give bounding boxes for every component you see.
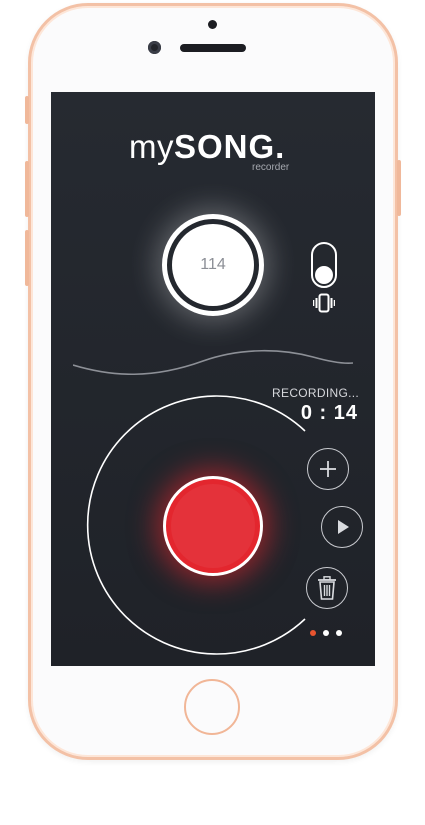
page-dot-1[interactable] bbox=[310, 630, 316, 636]
add-button[interactable] bbox=[307, 448, 349, 490]
record-button[interactable] bbox=[163, 476, 263, 576]
trash-icon bbox=[318, 576, 336, 600]
volume-up-button bbox=[25, 161, 29, 217]
volume-down-button bbox=[25, 230, 29, 286]
front-sensor bbox=[208, 20, 217, 29]
power-button bbox=[397, 160, 401, 216]
home-button[interactable] bbox=[184, 679, 240, 735]
page-dot-3[interactable] bbox=[336, 630, 342, 636]
page-indicator bbox=[310, 630, 342, 636]
front-camera bbox=[148, 41, 161, 54]
record-button-core bbox=[171, 484, 255, 568]
mute-switch bbox=[25, 96, 29, 124]
plus-icon bbox=[320, 461, 336, 477]
delete-button[interactable] bbox=[306, 567, 348, 609]
app-screen: mySONG. recorder 114 RECORDING... 0 : 14 bbox=[51, 92, 375, 666]
page-dot-2[interactable] bbox=[323, 630, 329, 636]
play-icon bbox=[338, 520, 349, 534]
earpiece-speaker bbox=[180, 44, 246, 52]
play-button[interactable] bbox=[321, 506, 363, 548]
